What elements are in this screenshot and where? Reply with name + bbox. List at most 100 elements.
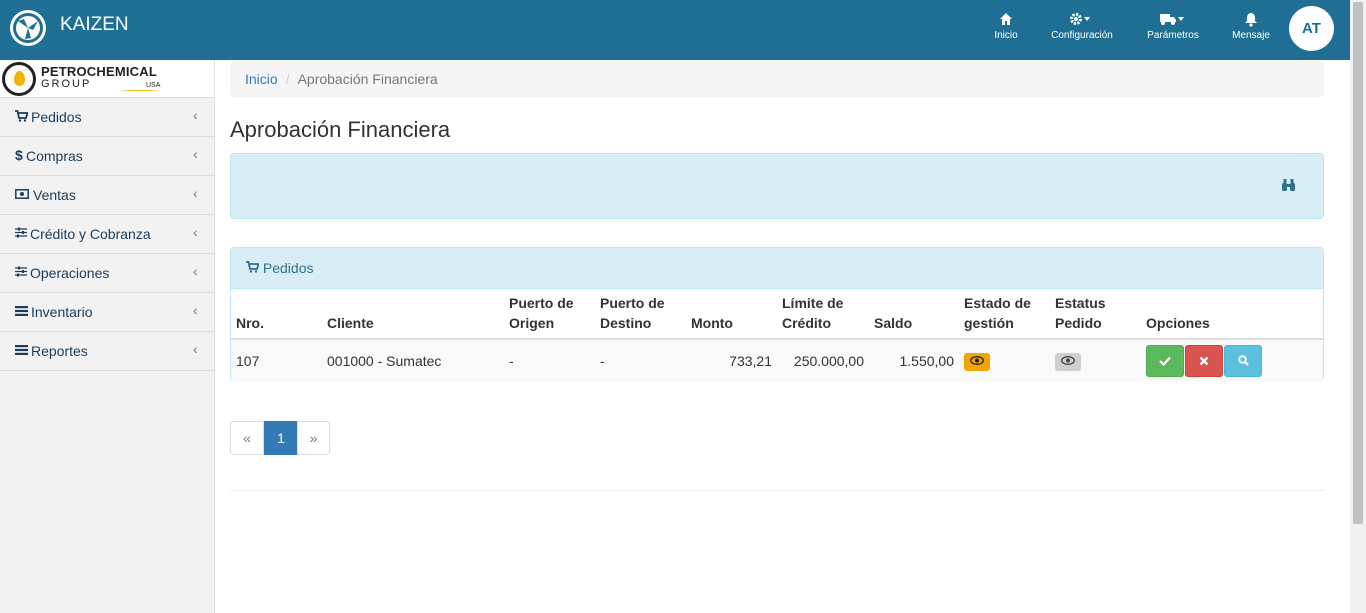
home-icon [990, 12, 1022, 28]
sliders-icon [15, 227, 27, 241]
cell-estatus-pedido [1050, 339, 1141, 382]
nav-configuracion-label: Configuración [1051, 30, 1113, 41]
estado-gestion-eye-icon[interactable] [964, 352, 990, 371]
table-header-row: Nro. Cliente Puerto de Origen Puerto de … [231, 289, 1323, 340]
user-avatar[interactable]: AT [1289, 6, 1334, 51]
cart-icon [15, 110, 29, 125]
divider [230, 490, 1324, 491]
chevron-left-icon: ‹ [193, 263, 198, 279]
pagination: « 1 » [230, 421, 330, 455]
sidebar-item-inventario[interactable]: Inventario ‹ [0, 293, 214, 332]
sidebar-item-ventas[interactable]: Ventas ‹ [0, 176, 214, 215]
nav-parametros-label: Parámetros [1147, 30, 1199, 41]
page-title: Aprobación Financiera [230, 117, 451, 142]
cell-origen: - [504, 339, 595, 382]
company-logo-line1: PETROCHEMICAL [41, 64, 157, 79]
cell-monto: 733,21 [686, 339, 777, 382]
chevron-left-icon: ‹ [193, 107, 198, 123]
bell-icon [1230, 12, 1272, 28]
column-header-saldo: Saldo [869, 289, 959, 340]
cell-estado-gestion [959, 339, 1050, 382]
orders-panel-title: Pedidos [262, 260, 314, 276]
oil-drop-icon [2, 62, 36, 96]
column-header-puerto-destino: Puerto de Destino [595, 289, 686, 340]
sidebar-item-compras[interactable]: $ Compras ‹ [0, 137, 214, 176]
nav-mensaje[interactable]: Mensaje [1230, 12, 1272, 41]
orders-panel-heading: Pedidos [231, 248, 1323, 289]
company-logo-line3: USA [146, 82, 161, 89]
money-icon [15, 188, 29, 202]
scrollbar-thumb[interactable] [1353, 2, 1363, 524]
nav-configuracion[interactable]: Configuración [1048, 12, 1116, 41]
cell-limite: 250.000,00 [777, 339, 869, 382]
sidebar-item-credito-cobranza[interactable]: Crédito y Cobranza ‹ [0, 215, 214, 254]
breadcrumb-separator: / [285, 71, 290, 87]
approve-button[interactable] [1146, 345, 1184, 377]
nav-inicio[interactable]: Inicio [990, 12, 1022, 41]
cell-saldo: 1.550,00 [869, 339, 959, 382]
column-header-estatus-pedido: Estatus Pedido [1050, 289, 1141, 340]
pagination-next[interactable]: » [297, 421, 330, 455]
column-header-opciones: Opciones [1141, 289, 1323, 340]
column-header-puerto-origen: Puerto de Origen [504, 289, 595, 340]
nav-parametros[interactable]: Parámetros [1145, 12, 1201, 41]
list-icon [15, 344, 28, 358]
column-header-limite-credito: Límite de Crédito [777, 289, 869, 340]
list-icon [15, 305, 28, 319]
reject-button[interactable] [1185, 345, 1223, 377]
nav-mensaje-label: Mensaje [1232, 30, 1270, 41]
view-details-button[interactable] [1224, 345, 1262, 377]
column-header-monto: Monto [686, 289, 777, 340]
truck-icon [1145, 12, 1201, 28]
sidebar-item-label: Pedidos [31, 109, 82, 125]
company-logo: PETROCHEMICAL GROUP USA [0, 60, 214, 98]
cell-nro: 107 [231, 339, 322, 382]
breadcrumb: Inicio / Aprobación Financiera [230, 61, 1324, 97]
pagination-page-1[interactable]: 1 [264, 421, 298, 455]
nav-inicio-label: Inicio [994, 30, 1018, 41]
sidebar-item-label: Ventas [33, 187, 76, 203]
logo-swoosh [120, 90, 160, 93]
sidebar-item-label: Crédito y Cobranza [30, 226, 151, 242]
cell-destino: - [595, 339, 686, 382]
dollar-icon: $ [15, 147, 23, 163]
table-row: 107 001000 - Sumatec - - 733,21 250.000,… [231, 339, 1323, 382]
column-header-estado-gestion: Estado de gestión [959, 289, 1050, 340]
sidebar: PETROCHEMICAL GROUP USA Pedidos ‹ $ Comp… [0, 60, 215, 613]
cart-icon [246, 260, 260, 276]
cell-cliente: 001000 - Sumatec [322, 339, 504, 382]
sidebar-item-operaciones[interactable]: Operaciones ‹ [0, 254, 214, 293]
chevron-left-icon: ‹ [193, 341, 198, 357]
breadcrumb-home-link[interactable]: Inicio [245, 71, 278, 87]
binoculars-icon[interactable] [1281, 178, 1296, 195]
filter-panel [230, 153, 1324, 219]
page-scrollbar[interactable] [1350, 0, 1366, 613]
search-icon [1237, 355, 1249, 366]
sidebar-item-label: Inventario [31, 304, 93, 320]
top-navbar: KAIZEN Inicio Configuración Parámetros M… [0, 0, 1350, 60]
breadcrumb-current: Aprobación Financiera [297, 71, 438, 87]
sidebar-item-label: Operaciones [30, 265, 110, 281]
chevron-left-icon: ‹ [193, 302, 198, 318]
sidebar-item-label: Compras [26, 148, 83, 164]
sidebar-item-label: Reportes [31, 343, 88, 359]
check-icon [1159, 356, 1171, 367]
close-icon [1199, 356, 1209, 366]
orders-table: Nro. Cliente Puerto de Origen Puerto de … [231, 289, 1323, 382]
app-name[interactable]: KAIZEN [60, 14, 129, 36]
chevron-left-icon: ‹ [193, 146, 198, 162]
cell-opciones [1141, 339, 1323, 382]
column-header-cliente: Cliente [322, 289, 504, 340]
chevron-left-icon: ‹ [193, 185, 198, 201]
sliders-icon [15, 266, 27, 280]
estatus-pedido-eye-icon[interactable] [1055, 352, 1081, 371]
sidebar-item-reportes[interactable]: Reportes ‹ [0, 332, 214, 371]
column-header-nro: Nro. [231, 289, 322, 340]
kaizen-logo-icon[interactable] [10, 10, 46, 46]
pagination-prev[interactable]: « [230, 421, 264, 455]
chevron-left-icon: ‹ [193, 224, 198, 240]
orders-panel: Pedidos Nro. Cliente Puerto de Origen Pu… [230, 247, 1324, 382]
sidebar-item-pedidos[interactable]: Pedidos ‹ [0, 98, 214, 137]
gear-icon [1048, 12, 1116, 28]
company-logo-line2: GROUP [41, 78, 92, 90]
